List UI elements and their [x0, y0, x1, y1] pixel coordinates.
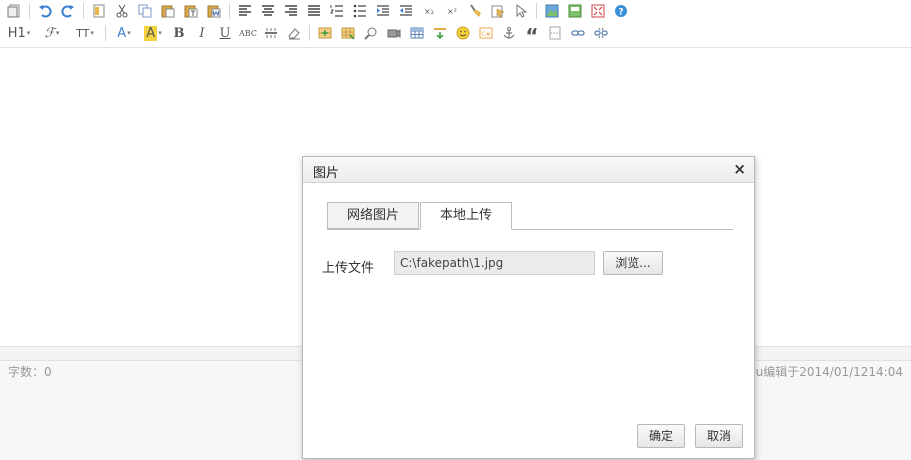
ordered-list-icon[interactable] — [327, 1, 347, 21]
eraser-icon[interactable] — [284, 23, 304, 43]
tab-network-image[interactable]: 网络图片 — [327, 202, 419, 229]
tab-local-upload[interactable]: 本地上传 — [420, 202, 512, 230]
help-icon[interactable]: ? — [611, 1, 631, 21]
toolbar-row-1: ×₂ ×² ? — [4, 0, 634, 22]
table-icon[interactable] — [407, 23, 427, 43]
cut-icon[interactable] — [112, 1, 132, 21]
separator — [29, 3, 30, 19]
paste-icon[interactable] — [158, 1, 178, 21]
file-path-field[interactable]: C:\fakepath\1.jpg — [394, 251, 595, 275]
chevron-down-icon: ▾ — [55, 29, 60, 37]
indent-icon[interactable] — [373, 1, 393, 21]
svg-text:?: ? — [618, 8, 623, 18]
outdent-icon[interactable] — [396, 1, 416, 21]
separator — [536, 3, 537, 19]
video-icon[interactable] — [384, 23, 404, 43]
template-icon[interactable] — [565, 1, 585, 21]
link-icon[interactable] — [568, 23, 588, 43]
background-color-dropdown[interactable]: A ▾ — [140, 23, 166, 43]
dialog-tabs: 网络图片 本地上传 — [327, 202, 733, 230]
align-justify-icon[interactable] — [304, 1, 324, 21]
close-icon[interactable]: × — [733, 160, 746, 178]
dialog-title: 图片 — [313, 166, 340, 181]
separator — [229, 3, 230, 19]
format-brush-icon[interactable] — [465, 1, 485, 21]
align-right-icon[interactable] — [281, 1, 301, 21]
svg-text:C#: C# — [481, 31, 490, 38]
chevron-down-icon: ▾ — [158, 29, 162, 37]
browse-button[interactable]: 浏览... — [603, 251, 663, 275]
fullscreen-icon[interactable] — [588, 1, 608, 21]
source-icon[interactable] — [4, 1, 24, 21]
undo-icon[interactable] — [35, 1, 55, 21]
font-family-dropdown[interactable]: ℱ ▾ — [37, 23, 67, 43]
code-icon[interactable]: C# — [476, 23, 496, 43]
ok-button[interactable]: 确定 — [637, 424, 685, 448]
paste-word-icon[interactable] — [204, 1, 224, 21]
font-color-label: A — [117, 25, 127, 41]
copy-icon[interactable] — [135, 1, 155, 21]
separator — [309, 25, 310, 41]
separator — [83, 3, 84, 19]
insert-paragraph-icon[interactable] — [430, 23, 450, 43]
image-dialog: 图片 × 网络图片 本地上传 上传文件 C:\fakepath\1.jpg 浏览… — [302, 156, 755, 459]
page-icon[interactable] — [545, 23, 565, 43]
subscript-button[interactable]: ×₂ — [419, 1, 439, 21]
cursor-icon[interactable] — [511, 1, 531, 21]
horizontal-rule-icon[interactable] — [261, 23, 281, 43]
page-break-icon[interactable] — [89, 1, 109, 21]
word-count: 字数：0 — [8, 365, 52, 379]
font-family-label: ℱ — [44, 25, 55, 41]
underline-button[interactable]: U — [215, 23, 235, 43]
anchor-icon[interactable] — [499, 23, 519, 43]
chevron-down-icon: ▾ — [127, 29, 131, 37]
font-size-dropdown[interactable]: TT ▾ — [70, 23, 100, 43]
preview-icon[interactable] — [542, 1, 562, 21]
toolbar-row-2: H1 ▾ ℱ ▾ TT ▾ A ▾ A ▾ B I U ABC C# “ — [4, 20, 614, 46]
dialog-titlebar[interactable]: 图片 × — [303, 157, 754, 183]
align-left-icon[interactable] — [235, 1, 255, 21]
image-search-icon[interactable] — [361, 23, 381, 43]
unordered-list-icon[interactable] — [350, 1, 370, 21]
select-all-icon[interactable] — [488, 1, 508, 21]
insert-table-icon[interactable] — [338, 23, 358, 43]
redo-icon[interactable] — [58, 1, 78, 21]
font-color-dropdown[interactable]: A ▾ — [111, 23, 137, 43]
bold-button[interactable]: B — [169, 23, 189, 43]
heading-label: H1 — [7, 25, 26, 41]
blockquote-button[interactable]: “ — [522, 20, 542, 46]
paste-text-icon[interactable] — [181, 1, 201, 21]
superscript-button[interactable]: ×² — [442, 1, 462, 21]
unlink-icon[interactable] — [591, 23, 611, 43]
chevron-down-icon: ▾ — [90, 29, 94, 37]
edit-info: uyu编辑于2014/01/1214:04 — [740, 365, 903, 379]
upload-file-label: 上传文件 — [322, 261, 375, 276]
cancel-button[interactable]: 取消 — [695, 424, 743, 448]
emotion-icon[interactable] — [453, 23, 473, 43]
background-color-label: A — [144, 25, 158, 41]
align-center-icon[interactable] — [258, 1, 278, 21]
italic-button[interactable]: I — [192, 23, 212, 43]
separator — [105, 25, 106, 41]
heading-dropdown[interactable]: H1 ▾ — [4, 23, 34, 43]
editor-toolbar: ×₂ ×² ? H1 ▾ ℱ ▾ TT ▾ A ▾ A ▾ B I U ABC … — [0, 0, 911, 48]
insert-row-icon[interactable] — [315, 23, 335, 43]
strikethrough-button[interactable]: ABC — [238, 23, 258, 43]
font-size-label: TT — [76, 26, 90, 40]
chevron-down-icon: ▾ — [26, 29, 31, 37]
